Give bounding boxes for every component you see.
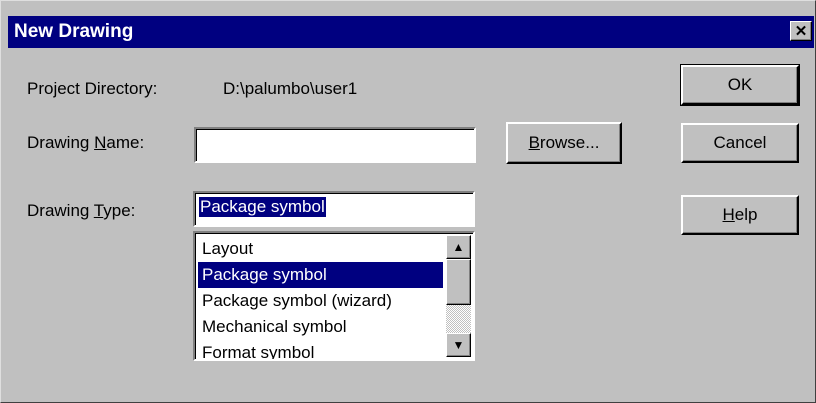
drawing-type-input[interactable]: Package symbol bbox=[193, 191, 475, 227]
cancel-label: Cancel bbox=[713, 133, 767, 152]
help-accelerator: H bbox=[722, 205, 735, 224]
list-item[interactable]: Package symbol (wizard) bbox=[198, 288, 443, 314]
ok-button[interactable]: OK bbox=[680, 64, 800, 106]
browse-button[interactable]: Browse... bbox=[506, 122, 622, 164]
dialog-title: New Drawing bbox=[14, 21, 134, 42]
scroll-down-button[interactable]: ▼ bbox=[446, 333, 471, 357]
close-icon: ✕ bbox=[794, 22, 808, 40]
project-directory-value: D:\palumbo\user1 bbox=[223, 79, 358, 98]
drawing-type-options: Layout Package symbol Package symbol (wiza… bbox=[198, 236, 443, 359]
drawing-name-label-accelerator: N bbox=[94, 133, 107, 152]
title-bar[interactable]: New Drawing ✕ bbox=[8, 16, 814, 48]
list-item[interactable]: Mechanical symbol bbox=[198, 314, 443, 340]
drawing-name-input[interactable] bbox=[194, 127, 476, 163]
drawing-type-label-part: ype: bbox=[103, 201, 136, 220]
drawing-type-label-accelerator: T bbox=[93, 201, 104, 220]
drawing-name-label: Drawing Name: bbox=[27, 133, 144, 153]
drawing-type-label-part: Drawing bbox=[27, 201, 94, 220]
help-label: elp bbox=[734, 205, 758, 224]
project-directory-label: Project Directory: bbox=[27, 79, 158, 98]
new-drawing-dialog: New Drawing ✕ Project Directory: D:\palu… bbox=[0, 0, 816, 403]
list-item[interactable]: Layout bbox=[198, 236, 443, 262]
drawing-type-list[interactable]: Layout Package symbol Package symbol (wiza… bbox=[193, 231, 475, 361]
drawing-type-value: Package symbol bbox=[199, 197, 326, 217]
ok-label: OK bbox=[727, 75, 753, 94]
browse-accelerator: B bbox=[528, 133, 540, 152]
list-item[interactable]: Package symbol bbox=[198, 262, 443, 288]
close-button[interactable]: ✕ bbox=[790, 21, 812, 41]
list-scrollbar[interactable]: ▲ ▼ bbox=[446, 235, 471, 357]
drawing-name-label-part: ame: bbox=[106, 133, 145, 152]
arrow-down-icon: ▼ bbox=[452, 338, 465, 352]
help-button[interactable]: Help bbox=[681, 195, 799, 235]
scroll-up-button[interactable]: ▲ bbox=[446, 235, 471, 259]
arrow-up-icon: ▲ bbox=[452, 240, 465, 254]
drawing-name-label-part: Drawing bbox=[27, 133, 95, 152]
cancel-button[interactable]: Cancel bbox=[681, 123, 799, 163]
scroll-thumb[interactable] bbox=[446, 259, 471, 305]
drawing-type-label: Drawing Type: bbox=[27, 201, 135, 221]
browse-label: rowse... bbox=[539, 133, 600, 152]
list-item[interactable]: Format symbol bbox=[198, 340, 443, 359]
